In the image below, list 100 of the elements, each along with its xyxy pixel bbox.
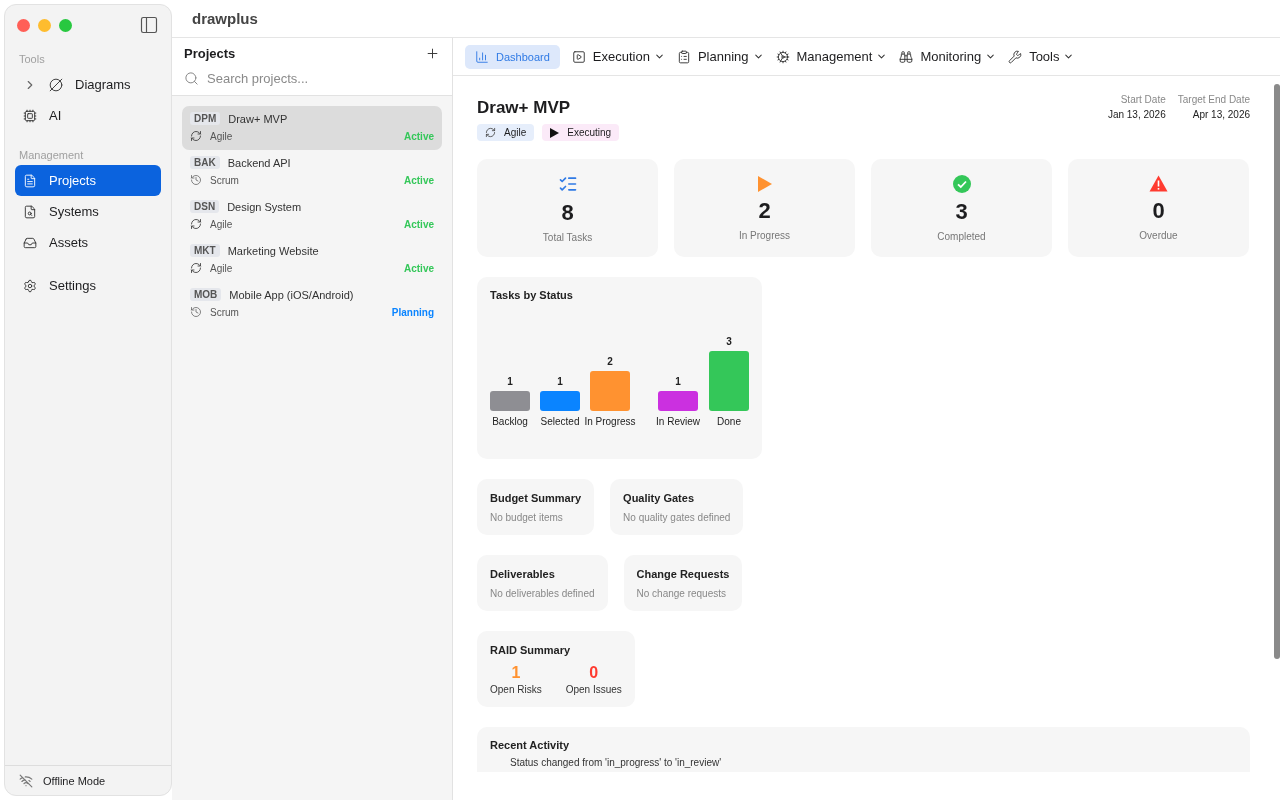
- play-icon: [571, 49, 586, 64]
- cycle-icon: [190, 262, 202, 274]
- empty-message: No budget items: [490, 512, 564, 523]
- card-title: Budget Summary: [490, 492, 582, 504]
- sidebar-item[interactable]: Diagrams: [15, 69, 161, 100]
- settings-icon: [23, 278, 37, 293]
- project-status: Planning: [391, 306, 434, 318]
- stat-value: 2: [758, 197, 771, 224]
- panel-title: Projects: [184, 46, 236, 61]
- clipboard-icon: [676, 49, 691, 64]
- project-method: Agile: [210, 130, 233, 142]
- bar-label: Done: [717, 416, 741, 427]
- app-title: drawplus: [192, 10, 258, 27]
- play-icon: [550, 127, 560, 138]
- stat-value: 8: [561, 199, 574, 226]
- wrench-icon: [1008, 49, 1023, 64]
- cycle-icon: [190, 218, 202, 230]
- nav-tab[interactable]: Monitoring: [899, 44, 997, 69]
- project-status: Active: [404, 130, 434, 142]
- clock-icon: [190, 174, 202, 186]
- card-title: Tasks by Status: [490, 289, 574, 301]
- caret-icon: [752, 51, 764, 62]
- empty-message: No quality gates defined: [623, 512, 731, 523]
- nav-tab[interactable]: Planning: [676, 44, 764, 69]
- sidebar-item[interactable]: Projects: [15, 165, 161, 196]
- sidebar-toggle-icon[interactable]: [139, 15, 159, 35]
- project-method: Scrum: [210, 306, 239, 318]
- bar-chart-icon: [475, 49, 489, 64]
- sidebar-item[interactable]: Assets: [15, 227, 161, 258]
- document-icon: [23, 173, 37, 188]
- offline-mode-label: Offline Mode: [43, 774, 106, 787]
- search-field[interactable]: Search projects...: [207, 70, 440, 86]
- project-code: DSN: [190, 200, 220, 213]
- stat-label: In Progress: [738, 229, 791, 241]
- project-code: BAK: [190, 156, 220, 169]
- bar: [540, 391, 580, 411]
- stat-label: Overdue: [1139, 230, 1178, 241]
- wifi-off-icon: [19, 773, 33, 788]
- bar-value: 1: [557, 376, 563, 387]
- nav-tab[interactable]: Management: [775, 44, 888, 69]
- metric-value: 1: [511, 664, 521, 682]
- stat-value: 3: [955, 198, 968, 225]
- date-label: Target End Date: [1177, 94, 1250, 105]
- metric-label: Open Risks: [490, 684, 542, 695]
- project-item[interactable]: BAK Backend API Scrum Active: [182, 150, 442, 194]
- tag: Agile: [477, 124, 535, 141]
- card-title: Change Requests: [636, 568, 730, 580]
- card-title: Deliverables: [490, 568, 556, 580]
- check-circle-icon: [952, 174, 971, 193]
- caret-icon: [985, 51, 997, 62]
- binoculars-icon: [899, 49, 914, 64]
- card-title: Recent Activity: [490, 739, 571, 751]
- project-status: Active: [404, 218, 434, 230]
- project-method: Agile: [210, 262, 233, 274]
- nav-tab[interactable]: Dashboard: [465, 44, 560, 69]
- project-item[interactable]: MOB Mobile App (iOS/Android) Scrum Planning: [182, 282, 442, 326]
- bar-value: 1: [507, 376, 513, 387]
- metric-label: Open Issues: [565, 684, 622, 695]
- project-name: Marketing Website: [227, 244, 319, 257]
- sidebar-item[interactable]: AI: [15, 100, 161, 131]
- project-item[interactable]: DSN Design System Agile Active: [182, 194, 442, 238]
- caret-icon: [1063, 51, 1075, 62]
- sidebar-item[interactable]: Settings: [15, 270, 161, 301]
- project-name: Mobile App (iOS/Android): [229, 288, 354, 301]
- bar-value: 1: [675, 376, 681, 387]
- project-code: MOB: [190, 288, 222, 301]
- bar-value: 2: [607, 356, 613, 367]
- card-title: Quality Gates: [623, 492, 695, 504]
- play-icon: [757, 175, 772, 192]
- bar: [590, 371, 630, 411]
- project-status: Active: [404, 174, 434, 186]
- gears-icon: [775, 49, 790, 64]
- section-title: Management: [18, 149, 85, 161]
- nav-tab[interactable]: Execution: [571, 44, 665, 69]
- nav-tab[interactable]: Tools: [1008, 44, 1075, 69]
- bar: [658, 391, 698, 411]
- project-name: Design System: [227, 200, 302, 213]
- add-icon[interactable]: [425, 46, 440, 61]
- bar-label: In Progress: [584, 416, 636, 427]
- close-button[interactable]: [17, 18, 30, 32]
- project-item[interactable]: DPM Draw+ MVP Agile Active: [182, 106, 442, 150]
- card-title: RAID Summary: [490, 644, 572, 656]
- bar: [709, 351, 749, 411]
- project-name: Draw+ MVP: [228, 112, 288, 125]
- bar-label: Backlog: [492, 416, 528, 427]
- project-method: Scrum: [210, 174, 239, 186]
- project-item[interactable]: MKT Marketing Website Agile Active: [182, 238, 442, 282]
- project-method: Agile: [210, 218, 233, 230]
- warning-icon: [1149, 175, 1168, 192]
- cycle-icon: [485, 127, 496, 138]
- empty-message: No deliverables defined: [490, 588, 595, 599]
- activity-entry: Status changed from 'in_progress' to 'in_review': [509, 757, 723, 768]
- stat-value: 0: [1152, 198, 1165, 224]
- chip-icon: [23, 108, 37, 123]
- file-search-icon: [23, 204, 37, 219]
- stat-label: Total Tasks: [542, 231, 593, 243]
- metric-value: 0: [589, 664, 599, 682]
- tray-icon: [23, 235, 37, 250]
- sidebar-item[interactable]: Systems: [15, 196, 161, 227]
- date-label: Start Date: [1120, 94, 1166, 105]
